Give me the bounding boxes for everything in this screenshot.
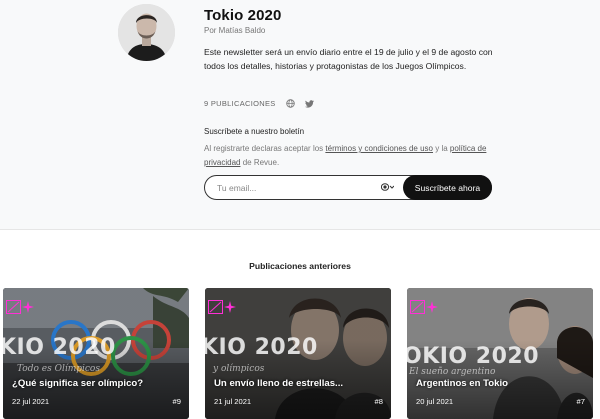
issue-card[interactable]: KIO 2020 Todo es Olímpicos ¿Qué signific… [3, 288, 189, 419]
card-overlay-script: y olímpicos [213, 364, 265, 374]
twitter-icon[interactable] [304, 99, 314, 108]
issue-title[interactable]: Un envío lleno de estrellas... [214, 378, 343, 389]
subscribe-form: Suscríbete ahora [204, 175, 492, 200]
newsletter-description: Este newsletter será un envío diario ent… [204, 47, 493, 71]
newsletter-logo-icon [208, 300, 238, 319]
newsletter-logo-icon [6, 300, 36, 319]
globe-icon[interactable] [285, 99, 295, 108]
terms-suffix: de Revue. [240, 158, 280, 167]
issues-count: 9 PUBLICACIONES [204, 99, 276, 108]
issue-card[interactable]: OKIO 2020 El sueño argentino Argentinos … [407, 288, 593, 419]
card-overlay-title: KIO 2020 [205, 335, 318, 360]
issue-number: #7 [576, 397, 585, 406]
newsletter-title: Tokio 2020 [204, 7, 282, 24]
issue-number: #9 [172, 397, 181, 406]
password-manager-icon[interactable] [381, 183, 394, 191]
previous-issues-heading: Publicaciones anteriores [249, 261, 351, 271]
newsletter-meta: 9 PUBLICACIONES [204, 99, 314, 108]
issue-title[interactable]: Argentinos en Tokio [416, 378, 508, 389]
issue-number: #8 [374, 397, 383, 406]
author-avatar [118, 4, 175, 61]
issue-card[interactable]: KIO 2020 y olímpicos Un envío lleno de e… [205, 288, 391, 419]
issue-date: 22 jul 2021 [12, 397, 50, 406]
terms-link[interactable]: términos y condiciones de uso [325, 144, 433, 153]
subscribe-terms: Al registrarte declaras aceptar los térm… [204, 142, 494, 170]
newsletter-logo-icon [410, 300, 440, 319]
card-overlay-script: Todo es Olímpicos [17, 364, 100, 374]
issue-date: 20 jul 2021 [416, 397, 454, 406]
card-overlay-title: OKIO 2020 [407, 344, 540, 369]
author-name[interactable]: Por Matías Baldo [204, 26, 265, 35]
card-overlay-script: El sueño argentino [409, 367, 496, 377]
issue-title[interactable]: ¿Qué significa ser olímpico? [12, 378, 143, 389]
terms-prefix: Al registrarte declaras aceptar los [204, 144, 326, 153]
email-input[interactable] [217, 181, 377, 195]
subscribe-heading: Suscríbete a nuestro boletín [204, 127, 305, 136]
issue-date: 21 jul 2021 [214, 397, 252, 406]
card-overlay-title: KIO 2020 [3, 335, 116, 360]
subscribe-button[interactable]: Suscríbete ahora [403, 175, 492, 200]
previous-issues-list: KIO 2020 Todo es Olímpicos ¿Qué signific… [0, 288, 600, 419]
terms-middle: y la [433, 144, 450, 153]
